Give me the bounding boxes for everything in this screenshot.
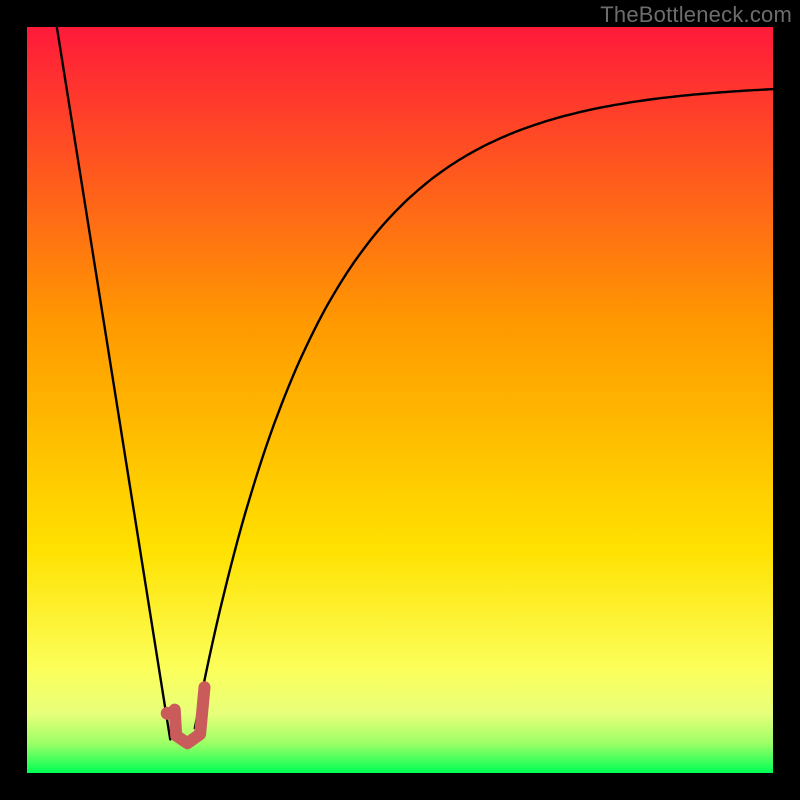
gradient-background (27, 27, 773, 773)
watermark-text: TheBottleneck.com (600, 2, 792, 28)
bottleneck-chart (27, 27, 773, 773)
j-marker-dot (161, 707, 174, 720)
chart-frame: TheBottleneck.com (0, 0, 800, 800)
